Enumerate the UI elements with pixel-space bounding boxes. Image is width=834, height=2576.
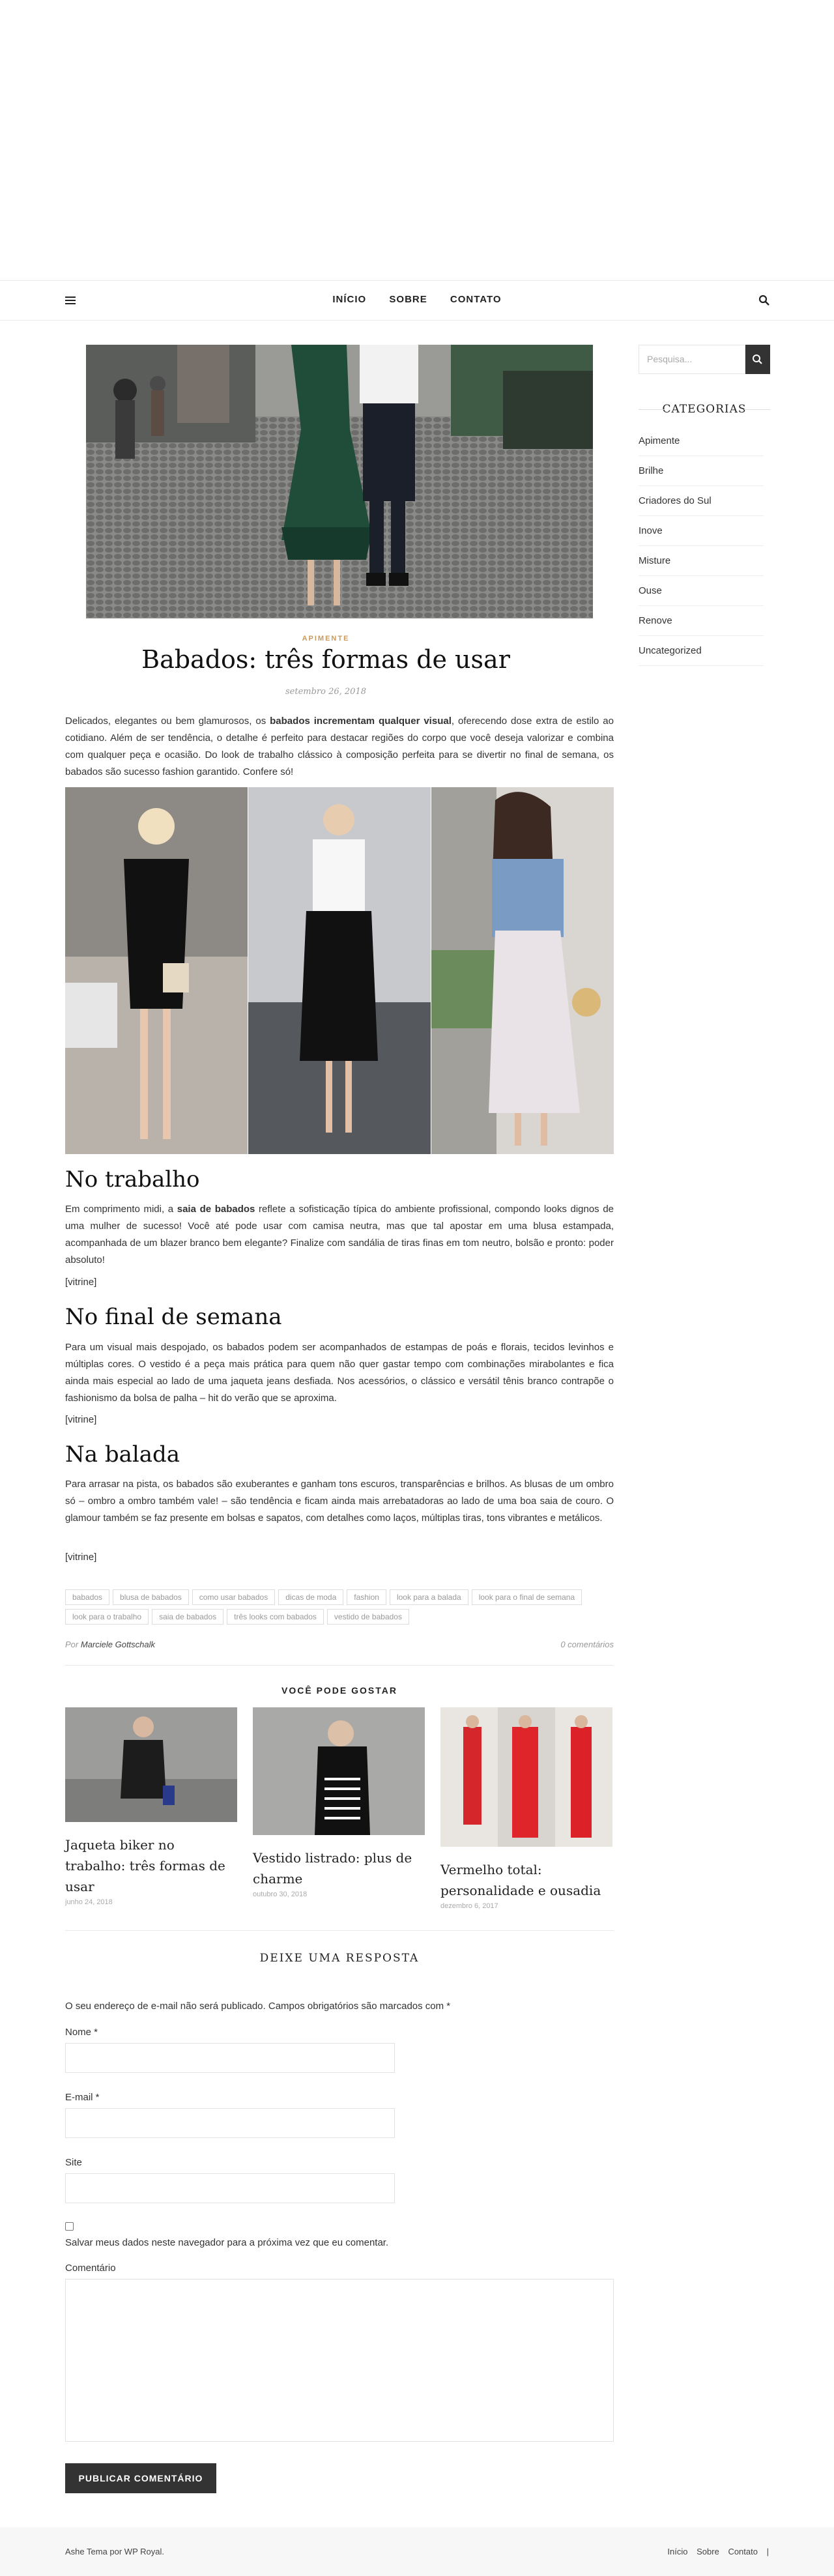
category-link[interactable]: Apimente xyxy=(639,435,764,456)
reply-notice: O seu endereço de e-mail não será public… xyxy=(65,2001,451,2012)
tag-link[interactable]: saia de babados xyxy=(152,1609,224,1625)
footer-links: Início Sobre Contato | xyxy=(661,2547,769,2556)
tag-link[interactable]: como usar babados xyxy=(192,1589,276,1605)
category-link[interactable]: Inove xyxy=(639,525,764,546)
s1-bold: saia de babados xyxy=(177,1204,255,1215)
site-label: Site xyxy=(65,2157,82,2168)
sidebar-search-input[interactable]: Pesquisa... xyxy=(639,345,745,374)
footer-link-sobre[interactable]: Sobre xyxy=(697,2547,719,2556)
footer-link-inicio[interactable]: Início xyxy=(667,2547,687,2556)
nav-item-contato[interactable]: CONTATO xyxy=(450,294,502,305)
related-post[interactable]: Vestido listrado: plus de charme outubro… xyxy=(253,1707,425,1898)
tag-link[interactable]: look para a balada xyxy=(389,1589,468,1605)
s1-text: Em comprimento midi, a xyxy=(65,1204,177,1215)
save-data-label: Salvar meus dados neste navegador para a… xyxy=(65,2237,389,2248)
search-icon xyxy=(753,355,762,364)
section-text-trabalho: Em comprimento midi, a saia de babados r… xyxy=(65,1201,614,1269)
tag-link[interactable]: vestido de babados xyxy=(326,1609,409,1625)
section-text-final-de-semana: Para um visual mais despojado, os babado… xyxy=(65,1342,614,1404)
post-tags: babados blusa de babados como usar babados… xyxy=(65,1589,614,1628)
footer-link-contato[interactable]: Contato xyxy=(728,2547,758,2556)
category-link[interactable]: Criadores do Sul xyxy=(639,495,764,516)
related-date: junho 24, 2018 xyxy=(65,1898,113,1906)
vitrine-shortcode: [vitrine] xyxy=(65,1277,97,1288)
related-image[interactable] xyxy=(253,1707,425,1835)
related-image[interactable] xyxy=(65,1707,237,1822)
tag-link[interactable]: look para o trabalho xyxy=(65,1609,149,1625)
category-link[interactable]: Brilhe xyxy=(639,465,764,486)
post-category[interactable]: APIMENTE xyxy=(0,635,652,643)
nav-item-sobre[interactable]: SOBRE xyxy=(389,294,427,305)
post-date: setembro 26, 2018 xyxy=(285,687,366,697)
category-link[interactable]: Ouse xyxy=(639,585,764,606)
tag-link[interactable]: blusa de babados xyxy=(113,1589,189,1605)
tag-link[interactable]: look para o final de semana xyxy=(471,1589,582,1605)
category-link[interactable]: Uncategorized xyxy=(639,645,764,666)
tag-link[interactable]: babados xyxy=(65,1589,110,1605)
sidebar-search-button[interactable] xyxy=(745,345,770,374)
reply-heading: DEIXE UMA RESPOSTA xyxy=(259,1952,420,1965)
featured-image xyxy=(86,345,593,618)
intro-text: Delicados, elegantes ou bem glamurosos, … xyxy=(65,716,270,727)
intro-bold: babados incrementam qualquer visual xyxy=(270,716,452,727)
nav-menu: INÍCIO SOBRE CONTATO xyxy=(0,294,834,305)
section-title-final-de-semana: No final de semana xyxy=(65,1304,282,1330)
footer-divider: | xyxy=(766,2547,769,2556)
related-title[interactable]: Vestido listrado: plus de charme xyxy=(253,1847,425,1889)
related-date: outubro 30, 2018 xyxy=(253,1890,308,1898)
footer-credit[interactable]: Ashe Tema por WP Royal. xyxy=(65,2547,164,2556)
section-title-trabalho: No trabalho xyxy=(65,1166,200,1193)
name-field[interactable] xyxy=(65,2043,395,2073)
post-title: Babados: três formas de usar xyxy=(141,645,510,674)
divider xyxy=(65,1930,614,1931)
site-footer: Ashe Tema por WP Royal. Início Sobre Con… xyxy=(0,2527,834,2576)
comments-count[interactable]: 0 comentários xyxy=(560,1640,614,1649)
author-prefix: Por xyxy=(65,1640,79,1649)
categories-title: CATEGORIAS xyxy=(639,403,770,416)
comment-label: Comentário xyxy=(65,2263,116,2274)
related-title[interactable]: Vermelho total: personalidade e ousadia xyxy=(440,1859,612,1901)
save-data-checkbox[interactable] xyxy=(65,2222,74,2231)
post-collage-image xyxy=(65,787,614,1154)
email-label: E-mail * xyxy=(65,2092,100,2103)
name-label: Nome * xyxy=(65,2027,98,2038)
nav-item-inicio[interactable]: INÍCIO xyxy=(332,294,366,305)
author-link[interactable]: Marciele Gottschalk xyxy=(81,1640,155,1649)
related-image[interactable] xyxy=(440,1707,612,1847)
post-author: Por Marciele Gottschalk xyxy=(65,1640,155,1649)
submit-comment-button[interactable]: PUBLICAR COMENTÁRIO xyxy=(65,2463,216,2493)
email-field[interactable] xyxy=(65,2108,395,2138)
related-title[interactable]: Jaqueta biker no trabalho: três formas d… xyxy=(65,1834,237,1897)
vitrine-shortcode: [vitrine] xyxy=(65,1414,97,1425)
section-title-balada: Na balada xyxy=(65,1441,180,1468)
related-heading: VOCÊ PODE GOSTAR xyxy=(281,1685,397,1696)
related-post[interactable]: Jaqueta biker no trabalho: três formas d… xyxy=(65,1707,237,1906)
vitrine-shortcode: [vitrine] xyxy=(65,1552,97,1563)
divider xyxy=(65,1665,614,1666)
category-link[interactable]: Renove xyxy=(639,615,764,636)
related-post[interactable]: Vermelho total: personalidade e ousadia … xyxy=(440,1707,612,1910)
comment-textarea[interactable] xyxy=(65,2279,614,2442)
tag-link[interactable]: três looks com babados xyxy=(227,1609,324,1625)
tag-link[interactable]: fashion xyxy=(347,1589,386,1605)
main-navigation: INÍCIO SOBRE CONTATO xyxy=(0,280,834,321)
search-icon[interactable] xyxy=(758,295,770,306)
section-text-balada: Para arrasar na pista, os babados são ex… xyxy=(65,1479,614,1524)
site-field[interactable] xyxy=(65,2173,395,2203)
related-date: dezembro 6, 2017 xyxy=(440,1902,498,1910)
tag-link[interactable]: dicas de moda xyxy=(278,1589,344,1605)
post-intro: Delicados, elegantes ou bem glamurosos, … xyxy=(65,713,614,781)
category-link[interactable]: Misture xyxy=(639,555,764,576)
